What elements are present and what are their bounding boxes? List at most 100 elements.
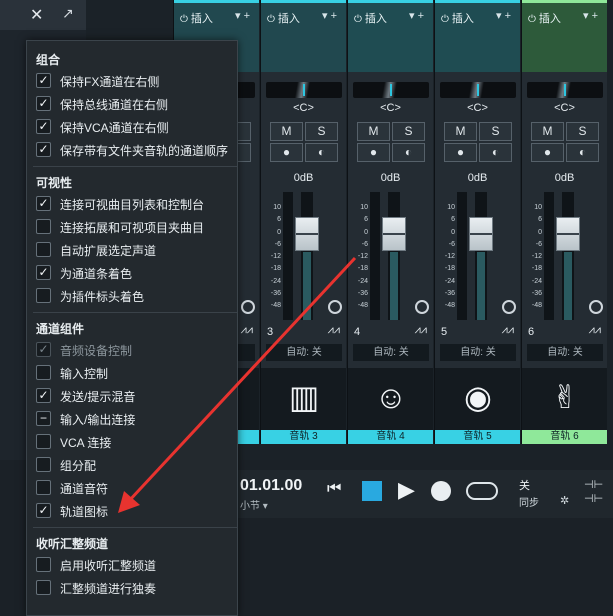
volume-fader[interactable] [295, 217, 319, 251]
menu-item[interactable]: 通道音符 [34, 478, 234, 498]
record-arm-button[interactable]: ● [444, 143, 477, 162]
menu-item[interactable]: − 输入/输出连接 [34, 409, 234, 429]
insert-add-icon[interactable]: ▾+ [322, 9, 340, 22]
checkbox[interactable]: ✓ [36, 503, 51, 518]
pan-knob[interactable] [502, 300, 516, 314]
rewind-button[interactable]: ⏮ [327, 480, 341, 498]
checkbox[interactable]: ✓ [36, 119, 51, 134]
checkbox[interactable] [36, 457, 51, 472]
record-arm-button[interactable]: ● [531, 143, 564, 162]
checkbox[interactable]: ✓ [36, 73, 51, 88]
menu-item[interactable]: VCA 连接 [34, 432, 234, 452]
automation-mode[interactable]: 自动: 关 [527, 344, 603, 361]
pan-slider[interactable] [353, 82, 429, 98]
menu-item[interactable]: ✓ 保存带有文件夹音轨的通道顺序 [34, 140, 234, 160]
insert-slot[interactable]: ⏻ 插入 ▾+ [435, 0, 520, 72]
pan-knob[interactable] [328, 300, 342, 314]
insert-slot[interactable]: ⏻ 插入 ▾+ [522, 0, 607, 72]
checkbox[interactable] [36, 580, 51, 595]
rock-hand-icon[interactable]: ✌ [546, 378, 584, 416]
insert-add-icon[interactable]: ▾+ [583, 9, 601, 22]
solo-button[interactable]: S [566, 122, 599, 141]
insert-add-icon[interactable]: ▾+ [496, 9, 514, 22]
pan-slider[interactable] [527, 82, 603, 98]
pan-slider[interactable] [266, 82, 342, 98]
insert-add-icon[interactable]: ▾+ [409, 9, 427, 22]
track-name[interactable]: 音轨 5 [435, 430, 520, 444]
volume-fader[interactable] [382, 217, 406, 251]
checkbox[interactable]: ✓ [36, 142, 51, 157]
menu-item[interactable]: 输入控制 [34, 363, 234, 383]
checkbox[interactable] [36, 219, 51, 234]
insert-add-icon[interactable]: ▾+ [235, 9, 253, 22]
checkbox[interactable]: ✓ [36, 96, 51, 111]
record-arm-button[interactable]: ● [357, 143, 390, 162]
checkbox[interactable]: − [36, 411, 51, 426]
power-icon[interactable]: ⏻ [180, 14, 188, 25]
menu-item[interactable]: ✓ 发送/提示混音 [34, 386, 234, 406]
track-name[interactable]: 音轨 6 [522, 430, 607, 444]
mute-button[interactable]: M [531, 122, 564, 141]
checkbox[interactable] [36, 480, 51, 495]
menu-item[interactable]: ✓ 保持总线通道在右侧 [34, 94, 234, 114]
pan-knob[interactable] [589, 300, 603, 314]
solo-button[interactable]: S [479, 122, 512, 141]
checkbox[interactable]: ✓ [36, 388, 51, 403]
checkbox[interactable] [36, 288, 51, 303]
gear-icon[interactable]: ✲ [560, 494, 569, 507]
podcast-icon[interactable]: ◉ [459, 378, 497, 416]
time-display[interactable]: 01.01.00 [240, 477, 302, 495]
checkbox[interactable] [36, 242, 51, 257]
solo-button[interactable]: S [305, 122, 338, 141]
automation-mode[interactable]: 自动: 关 [440, 344, 516, 361]
menu-item[interactable]: ✓ 保持VCA通道在右侧 [34, 117, 234, 137]
checkbox[interactable] [36, 557, 51, 572]
volume-fader[interactable] [469, 217, 493, 251]
mixer-icon[interactable]: ▥ [285, 378, 323, 416]
mute-button[interactable]: M [270, 122, 303, 141]
checkbox[interactable] [36, 434, 51, 449]
volume-fader[interactable] [556, 217, 580, 251]
pan-slider[interactable] [440, 82, 516, 98]
sliders-icon[interactable]: ⊣⊢ ⊣⊢ [584, 478, 603, 506]
checkbox[interactable] [36, 365, 51, 380]
loop-button[interactable] [466, 482, 498, 500]
pan-knob[interactable] [241, 300, 255, 314]
monitor-button[interactable]: ◐ [566, 143, 599, 162]
track-name[interactable]: 音轨 3 [261, 430, 346, 444]
insert-slot[interactable]: ⏻ 插入 ▾+ [261, 0, 346, 72]
menu-item[interactable]: 启用收听汇整频道 [34, 555, 234, 575]
power-icon[interactable]: ⏻ [441, 14, 449, 25]
power-icon[interactable]: ⏻ [528, 14, 536, 25]
insert-slot[interactable]: ⏻ 插入 ▾+ [348, 0, 433, 72]
power-icon[interactable]: ⏻ [267, 14, 275, 25]
menu-item[interactable]: 汇整频道进行独奏 [34, 578, 234, 598]
monitor-button[interactable]: ◐ [305, 143, 338, 162]
menu-item[interactable]: ✓ 连接可视曲目列表和控制台 [34, 194, 234, 214]
smile-icon[interactable]: ☺ [372, 378, 410, 416]
checkbox[interactable]: ✓ [36, 196, 51, 211]
close-icon[interactable]: ✕ [30, 5, 43, 25]
menu-item[interactable]: ✓ 为通道条着色 [34, 263, 234, 283]
menu-item[interactable]: 连接拓展和可视项目夹曲目 [34, 217, 234, 237]
expand-icon[interactable]: ↗ [62, 5, 74, 22]
checkbox[interactable]: ✓ [36, 265, 51, 280]
track-name[interactable]: 音轨 4 [348, 430, 433, 444]
mute-button[interactable]: M [357, 122, 390, 141]
play-button[interactable]: ▶ [398, 477, 415, 503]
stop-button[interactable] [362, 481, 382, 501]
monitor-button[interactable]: ◐ [392, 143, 425, 162]
pan-knob[interactable] [415, 300, 429, 314]
automation-mode[interactable]: 自动: 关 [266, 344, 342, 361]
menu-item[interactable]: 组分配 [34, 455, 234, 475]
record-button[interactable] [431, 481, 451, 501]
monitor-button[interactable]: ◐ [479, 143, 512, 162]
automation-mode[interactable]: 自动: 关 [353, 344, 429, 361]
menu-item[interactable]: 为插件标头着色 [34, 286, 234, 306]
menu-item[interactable]: 自动扩展选定声道 [34, 240, 234, 260]
sync-state[interactable]: 关 [519, 477, 530, 493]
solo-button[interactable]: S [392, 122, 425, 141]
mute-button[interactable]: M [444, 122, 477, 141]
power-icon[interactable]: ⏻ [354, 14, 362, 25]
record-arm-button[interactable]: ● [270, 143, 303, 162]
